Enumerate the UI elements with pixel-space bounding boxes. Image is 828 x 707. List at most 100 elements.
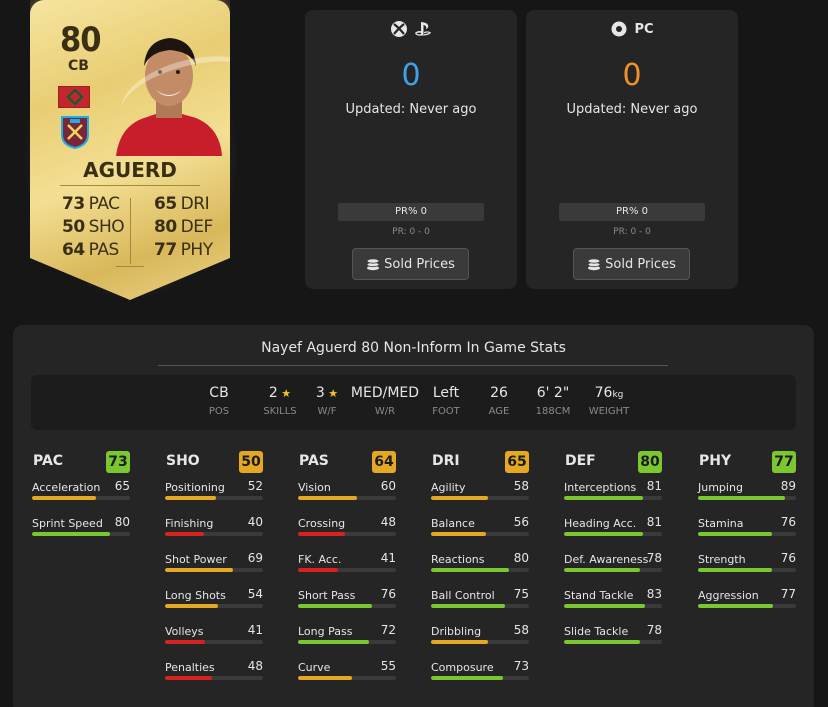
card-name-divider <box>60 185 200 186</box>
attribute-value: 80 <box>114 515 130 529</box>
card-rating: 80 <box>60 20 102 60</box>
attribute-bar-track <box>298 676 396 680</box>
attribute-value: 52 <box>247 479 263 493</box>
attribute-bar-fill <box>298 532 346 536</box>
attribute-bar-track <box>564 640 662 644</box>
attribute-bar-track <box>431 640 529 644</box>
card-stats-right: 65 DRI 80 DEF 77 PHY <box>154 194 213 263</box>
attribute-name: Vision <box>298 481 331 494</box>
card-stat: 77 PHY <box>154 240 213 260</box>
attribute-bar-fill <box>698 568 773 572</box>
attribute-row: Vision 60 <box>298 475 396 511</box>
attribute-value: 76 <box>780 515 796 529</box>
attribute-name: Dribbling <box>431 625 482 638</box>
attribute-name: Balance <box>431 517 475 530</box>
attribute-bar-track <box>165 568 263 572</box>
stat-category-sho: SHO 50 Positioning 52 Finishing 40 Shot Power 6… <box>165 451 263 691</box>
attribute-bar-fill <box>564 496 644 500</box>
card-position: CB <box>68 58 89 74</box>
attribute-value: 76 <box>780 551 796 565</box>
attribute-bar-fill <box>165 496 216 500</box>
stat-category-dri: DRI 65 Agility 58 Balance 56 Reactions 80 Ball C… <box>431 451 529 691</box>
player-photo <box>116 38 222 156</box>
console-sold-prices-button[interactable]: Sold Prices <box>352 248 469 280</box>
attribute-bar-fill <box>165 532 205 536</box>
attribute-row: Stamina 76 <box>698 511 796 547</box>
attribute-bar-track <box>564 496 662 500</box>
pc-price-box: PC 0 Updated: Never ago PR% 0 PR: 0 - 0 … <box>526 10 738 289</box>
attribute-bar-track <box>431 496 529 500</box>
attribute-name: Volleys <box>165 625 204 638</box>
attribute-bar-track <box>165 640 263 644</box>
attribute-row: Long Shots 54 <box>165 583 263 619</box>
category-rating-badge: 80 <box>638 451 662 473</box>
attribute-row: Acceleration 65 <box>32 475 130 511</box>
info-item-weight: 76kg WEIGHT <box>569 385 649 417</box>
category-header: PHY 77 <box>698 451 796 475</box>
category-header: SHO 50 <box>165 451 263 475</box>
console-price-value: 0 <box>401 58 421 93</box>
platform-icons <box>305 20 517 38</box>
attribute-bar-fill <box>564 532 644 536</box>
attribute-row: Volleys 41 <box>165 619 263 655</box>
attribute-bar-track <box>431 676 529 680</box>
attribute-bar-fill <box>165 568 233 572</box>
attribute-value: 41 <box>380 551 396 565</box>
player-card: 80 CB AGUERD 73 PAC 50 SHO 64 PAS 65 DRI 80 D… <box>30 0 230 300</box>
club-crest-icon <box>61 116 89 149</box>
category-header: PAS 64 <box>298 451 396 475</box>
attribute-bar-fill <box>431 640 488 644</box>
attribute-name: Penalties <box>165 661 215 674</box>
info-label: WEIGHT <box>588 406 630 417</box>
attribute-bar-track <box>32 532 130 536</box>
attribute-name: Ball Control <box>431 589 495 602</box>
pc-pr-bar: PR% 0 <box>559 203 705 221</box>
attribute-bar-fill <box>298 640 369 644</box>
attribute-row: Slide Tackle 78 <box>564 619 662 655</box>
weight-unit: kg <box>612 390 624 400</box>
attribute-name: Crossing <box>298 517 346 530</box>
attribute-value: 60 <box>380 479 396 493</box>
attribute-name: Short Pass <box>298 589 356 602</box>
attribute-bar-fill <box>165 604 218 608</box>
attribute-bar-track <box>564 604 662 608</box>
attribute-bar-fill <box>165 676 213 680</box>
attribute-bar-fill <box>431 604 505 608</box>
attribute-bar-track <box>698 532 796 536</box>
card-stats-left: 73 PAC 50 SHO 64 PAS <box>62 194 125 263</box>
attribute-name: Interceptions <box>564 481 637 494</box>
attribute-name: FK. Acc. <box>298 553 342 566</box>
attribute-name: Aggression <box>698 589 759 602</box>
attribute-row: Strength 76 <box>698 547 796 583</box>
attribute-value: 73 <box>513 659 529 673</box>
attribute-name: Slide Tackle <box>564 625 629 638</box>
attribute-bar-fill <box>564 604 646 608</box>
in-game-stats-panel: Nayef Aguerd 80 Non-Inform In Game Stats… <box>13 325 814 707</box>
attribute-row: Finishing 40 <box>165 511 263 547</box>
category-name: DRI <box>432 453 460 469</box>
attribute-bar-fill <box>165 640 206 644</box>
attribute-value: 40 <box>247 515 263 529</box>
attribute-row: Short Pass 76 <box>298 583 396 619</box>
attribute-name: Composure <box>431 661 494 674</box>
attribute-value: 89 <box>780 479 796 493</box>
console-pr-range: PR: 0 - 0 <box>392 227 430 237</box>
attribute-bar-track <box>431 532 529 536</box>
attribute-bar-fill <box>431 676 503 680</box>
attribute-value: 72 <box>380 623 396 637</box>
attribute-row: Aggression 77 <box>698 583 796 619</box>
attribute-bar-track <box>431 604 529 608</box>
attribute-bar-fill <box>698 604 774 608</box>
attribute-bar-track <box>431 568 529 572</box>
attribute-row: Balance 56 <box>431 511 529 547</box>
attribute-bar-track <box>165 676 263 680</box>
attribute-bar-fill <box>431 568 510 572</box>
attribute-bar-fill <box>698 496 786 500</box>
attribute-row: Reactions 80 <box>431 547 529 583</box>
pc-sold-prices-button[interactable]: Sold Prices <box>573 248 690 280</box>
attribute-value: 48 <box>247 659 263 673</box>
attribute-name: Acceleration <box>32 481 101 494</box>
attribute-row: Composure 73 <box>431 655 529 691</box>
attribute-bar-fill <box>32 532 111 536</box>
attribute-value: 76 <box>380 587 396 601</box>
